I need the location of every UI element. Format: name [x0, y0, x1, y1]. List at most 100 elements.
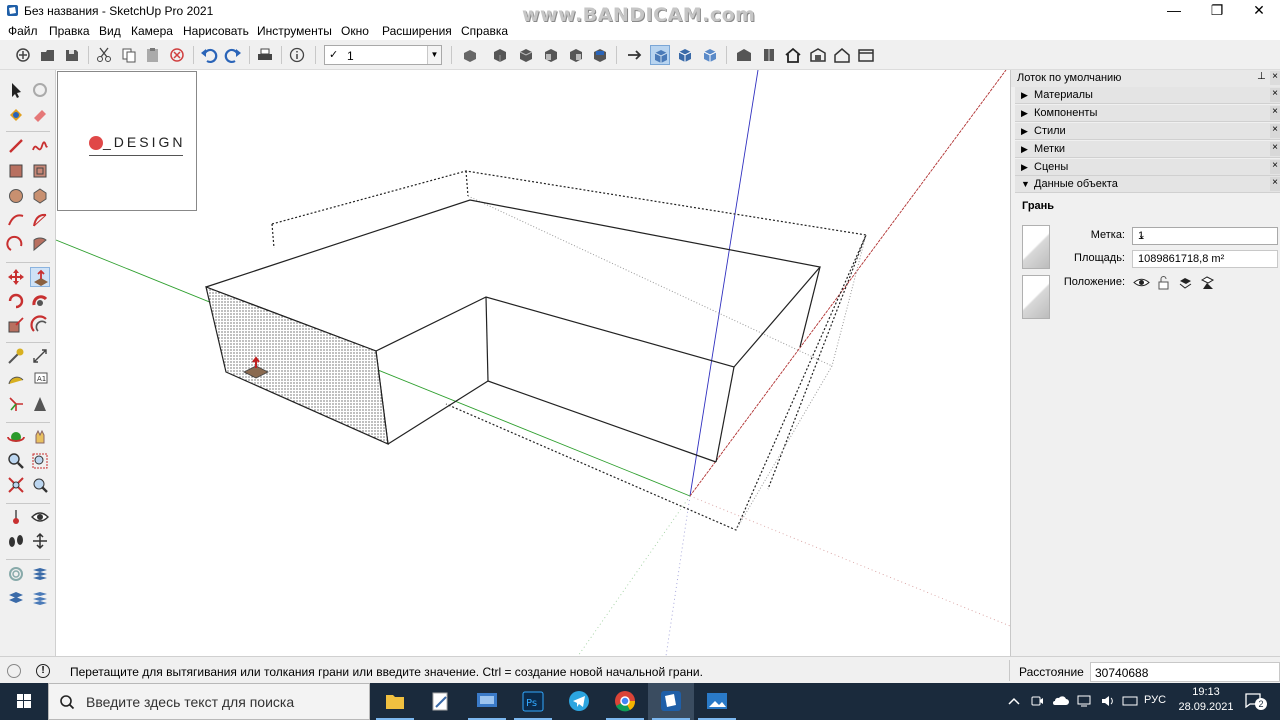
model-scene[interactable]	[56, 70, 1010, 656]
tag-dropdown[interactable]: 1 ⌄	[1132, 227, 1278, 245]
geo-location-icon[interactable]	[7, 664, 21, 678]
notification-center-icon[interactable]: 2	[1244, 692, 1267, 712]
panel-close-icon[interactable]: ×	[1270, 88, 1280, 102]
input-language[interactable]: РУС	[1144, 694, 1166, 706]
layout-icon[interactable]	[856, 45, 876, 65]
lock-icon[interactable]	[1155, 274, 1172, 291]
paste-icon[interactable]	[143, 45, 163, 65]
dimension-tool-icon[interactable]	[30, 346, 50, 366]
panel-close-icon[interactable]: ×	[1270, 124, 1280, 138]
top-view-icon[interactable]	[516, 45, 536, 65]
file-explorer-icon[interactable]	[372, 683, 418, 720]
menu-tools[interactable]: Инструменты	[257, 24, 332, 38]
photos-app-icon[interactable]	[694, 683, 740, 720]
right-view-icon[interactable]	[566, 45, 586, 65]
save-icon[interactable]	[62, 45, 82, 65]
sketchup-taskbar-icon[interactable]	[648, 683, 694, 720]
push-pull-tool-icon[interactable]	[30, 267, 50, 287]
menu-extensions[interactable]: Расширения	[382, 24, 452, 38]
eraser-icon[interactable]	[30, 105, 50, 125]
building-icon[interactable]	[832, 45, 852, 65]
expand-arrow-icon[interactable]: ▶	[1021, 162, 1028, 173]
new-file-icon[interactable]	[13, 45, 33, 65]
cut-icon[interactable]	[94, 45, 114, 65]
line-tool-icon[interactable]	[6, 136, 26, 156]
panel-materials[interactable]: ▶ Материалы ×	[1015, 87, 1280, 104]
follow-me-icon[interactable]	[30, 291, 50, 311]
back-view-icon[interactable]	[590, 45, 610, 65]
zoom-extents-icon[interactable]	[6, 475, 26, 495]
sandbox-scratch-icon[interactable]	[30, 564, 50, 584]
visibility-eye-icon[interactable]	[1133, 274, 1150, 291]
freehand-tool-icon[interactable]	[30, 136, 50, 156]
panel-tags[interactable]: ▶ Метки ×	[1015, 141, 1280, 158]
cast-shadows-icon[interactable]	[1199, 274, 1216, 291]
section-plane-icon[interactable]	[625, 45, 645, 65]
extension-warehouse-icon[interactable]	[808, 45, 828, 65]
receive-shadows-icon[interactable]	[1177, 274, 1194, 291]
expand-arrow-icon[interactable]: ▶	[1021, 90, 1028, 101]
expand-arrow-icon[interactable]: ▶	[1021, 126, 1028, 137]
rotated-rectangle-icon[interactable]	[30, 161, 50, 181]
erase-selection-icon[interactable]	[167, 45, 187, 65]
active-tag-dropdown[interactable]: ✓ 1 ▼	[324, 45, 442, 65]
zoom-window-icon[interactable]	[30, 451, 50, 471]
instructor-icon[interactable]: !	[36, 664, 50, 678]
tape-measure-icon[interactable]	[6, 346, 26, 366]
axes-tool-icon[interactable]	[6, 394, 26, 414]
pan-tool-icon[interactable]	[30, 427, 50, 447]
circle-tool-icon[interactable]	[6, 186, 26, 206]
share-component-icon[interactable]	[759, 45, 779, 65]
text-tool-icon[interactable]: A1	[30, 370, 50, 390]
shaded-style-icon[interactable]	[675, 45, 695, 65]
menu-help[interactable]: Справка	[461, 24, 508, 38]
two-point-arc-icon[interactable]	[30, 210, 50, 230]
redo-icon[interactable]	[223, 45, 243, 65]
walk-tool-icon[interactable]	[6, 531, 26, 551]
lasso-tool-icon[interactable]	[30, 80, 50, 100]
panel-components[interactable]: ▶ Компоненты ×	[1015, 105, 1280, 122]
pie-tool-icon[interactable]	[30, 234, 50, 254]
chrome-icon[interactable]	[602, 683, 648, 720]
tray-close-button[interactable]: ×	[1270, 71, 1280, 85]
panel-entity-info[interactable]: ▼ Данные объекта ×	[1015, 176, 1280, 193]
arc-tool-icon[interactable]	[6, 210, 26, 230]
menu-edit[interactable]: Правка	[49, 24, 90, 38]
photoshop-icon[interactable]: Ps	[510, 683, 556, 720]
start-button[interactable]	[0, 683, 48, 720]
component-icon[interactable]	[460, 45, 480, 65]
move-tool-icon[interactable]	[6, 267, 26, 287]
measurements-input[interactable]: 30740688	[1090, 662, 1280, 682]
menu-file[interactable]: Файл	[8, 24, 38, 38]
panel-close-icon[interactable]: ×	[1270, 160, 1280, 174]
open-file-icon[interactable]	[38, 45, 58, 65]
model-viewport[interactable]: _DESIGN	[56, 70, 1010, 656]
polygon-tool-icon[interactable]	[30, 186, 50, 206]
expand-arrow-icon[interactable]: ▶	[1021, 108, 1028, 119]
3d-text-icon[interactable]	[30, 394, 50, 414]
pin-icon[interactable]: ⊥	[1257, 71, 1266, 82]
print-icon[interactable]	[255, 45, 275, 65]
offset-tool-icon[interactable]	[30, 315, 50, 335]
rectangle-tool-icon[interactable]	[6, 161, 26, 181]
position-camera-icon[interactable]	[6, 507, 26, 527]
warehouse-icon[interactable]	[734, 45, 754, 65]
previous-view-icon[interactable]	[30, 475, 50, 495]
telegram-icon[interactable]	[556, 683, 602, 720]
protractor-icon[interactable]	[6, 370, 26, 390]
rotate-tool-icon[interactable]	[6, 291, 26, 311]
stamp-tool-icon[interactable]	[30, 588, 50, 608]
close-button[interactable]: ✕	[1238, 0, 1280, 22]
chevron-down-icon[interactable]: ▼	[427, 46, 441, 64]
collapse-arrow-icon[interactable]: ▼	[1021, 179, 1030, 189]
notepad-app-icon[interactable]	[418, 683, 464, 720]
menu-view[interactable]: Вид	[99, 24, 121, 38]
shaded-textures-icon[interactable]	[700, 45, 720, 65]
panel-scenes[interactable]: ▶ Сцены ×	[1015, 159, 1280, 176]
xray-style-icon[interactable]	[650, 45, 670, 65]
maximize-button[interactable]: ❐	[1196, 0, 1238, 22]
menu-camera[interactable]: Камера	[131, 24, 173, 38]
look-around-icon[interactable]	[30, 507, 50, 527]
iso-view-icon[interactable]	[491, 45, 511, 65]
front-view-icon[interactable]	[541, 45, 561, 65]
